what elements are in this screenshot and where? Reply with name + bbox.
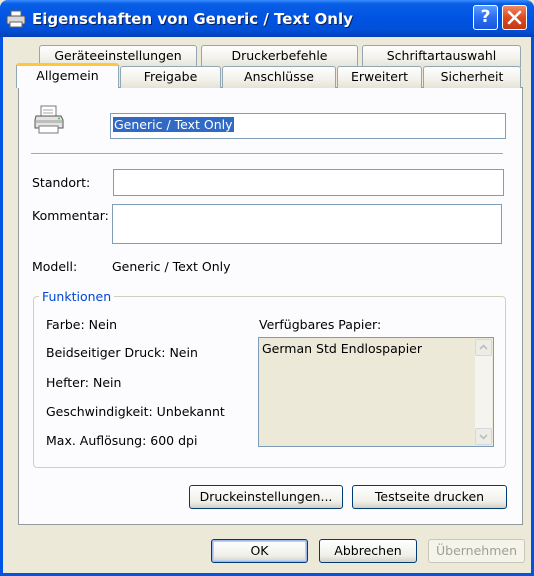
title-bar[interactable]: Eigenschaften von Generic / Text Only ? (0, 0, 534, 37)
cancel-button[interactable]: Abbrechen (319, 539, 417, 563)
list-item[interactable]: German Std Endlospapier (262, 341, 422, 356)
separator (31, 153, 503, 155)
model-value: Generic / Text Only (112, 259, 231, 274)
printing-preferences-button[interactable]: Druckeinstellungen... (189, 485, 343, 509)
printer-name-field[interactable]: Generic / Text Only (110, 113, 506, 139)
tab-allgemein[interactable]: Allgemein (16, 63, 119, 88)
ok-button[interactable]: OK (211, 539, 308, 563)
close-icon (507, 10, 522, 25)
tab-row-front: Allgemein Freigabe Anschlüsse Erweitert … (3, 63, 534, 88)
tab-sicherheit[interactable]: Sicherheit (423, 66, 521, 88)
feature-speed: Geschwindigkeit: Unbekannt (46, 404, 225, 419)
help-icon: ? (480, 7, 491, 27)
chevron-up-icon (479, 344, 488, 350)
scrollbar[interactable] (475, 339, 492, 445)
chevron-down-icon (479, 434, 488, 440)
properties-dialog: Eigenschaften von Generic / Text Only ? … (0, 0, 534, 576)
scroll-down-button[interactable] (475, 428, 492, 445)
location-field[interactable] (113, 169, 504, 196)
tab-freigabe[interactable]: Freigabe (120, 66, 221, 88)
location-label: Standort: (32, 175, 91, 190)
features-group-title: Funktionen (39, 289, 115, 304)
apply-button[interactable]: Übernehmen (428, 539, 525, 563)
model-label: Modell: (32, 259, 78, 274)
close-button[interactable] (502, 5, 527, 30)
tab-schriftartauswahl[interactable]: Schriftartauswahl (362, 45, 521, 67)
tab-erweitert[interactable]: Erweitert (337, 66, 422, 88)
window-title: Eigenschaften von Generic / Text Only (32, 10, 353, 28)
feature-duplex: Beidseitiger Druck: Nein (46, 345, 198, 360)
feature-resolution: Max. Auflösung: 600 dpi (46, 433, 198, 448)
printer-icon (33, 104, 65, 139)
paper-listbox[interactable]: German Std Endlospapier (258, 337, 494, 447)
feature-color: Farbe: Nein (46, 317, 118, 332)
paper-label: Verfügbares Papier: (259, 317, 382, 332)
print-test-page-button[interactable]: Testseite drucken (352, 485, 507, 509)
scroll-up-button[interactable] (475, 339, 492, 356)
help-button[interactable]: ? (473, 5, 498, 30)
comment-field[interactable] (112, 204, 502, 244)
printer-icon (6, 10, 26, 28)
tab-anschluesse[interactable]: Anschlüsse (222, 66, 336, 88)
tab-druckerbefehle[interactable]: Druckerbefehle (201, 45, 358, 67)
comment-label: Kommentar: (32, 208, 109, 223)
feature-staple: Hefter: Nein (46, 375, 122, 390)
